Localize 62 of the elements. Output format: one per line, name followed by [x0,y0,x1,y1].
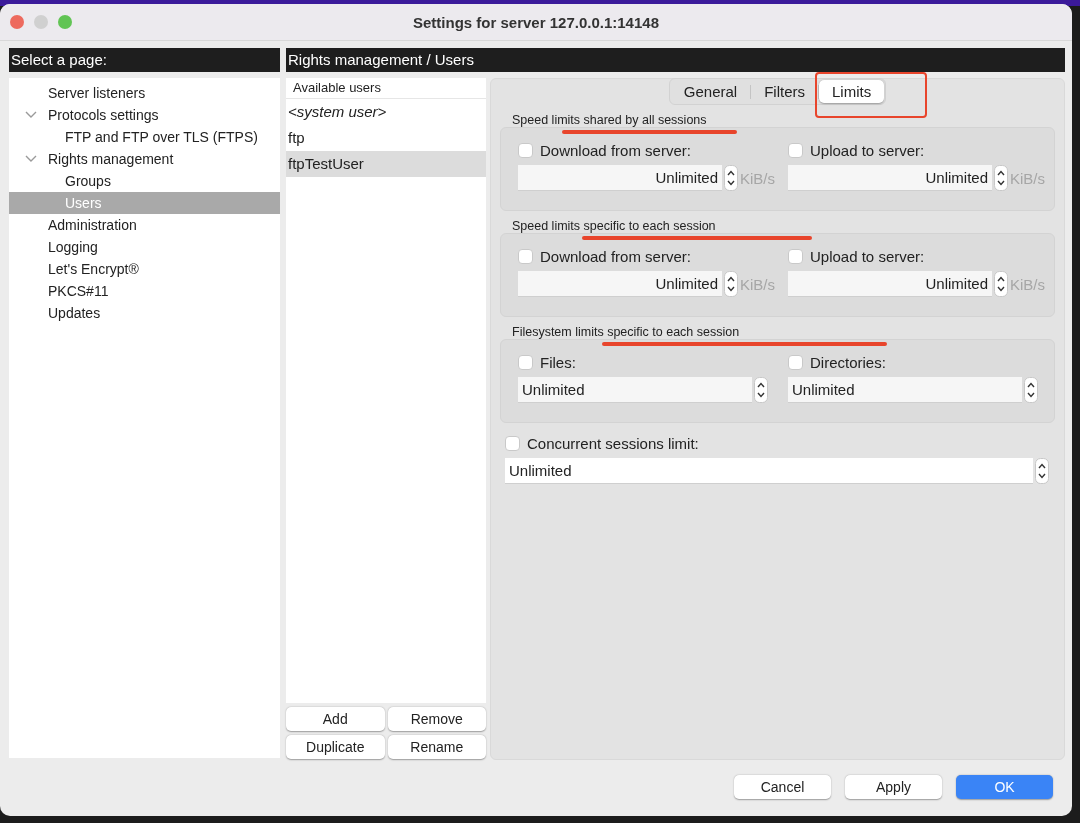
limit-input[interactable]: Unlimited [518,377,752,403]
checkbox-label: Concurrent sessions limit: [527,435,699,452]
user-item[interactable]: ftpTestUser [286,151,486,177]
stepper-icon[interactable] [754,377,768,403]
user-action-button[interactable]: Add [286,707,385,731]
sidebar-heading: Select a page: [9,48,280,72]
tree-item[interactable]: Protocols settings [9,104,280,126]
stepper-icon[interactable] [724,271,738,297]
user-action-button[interactable]: Remove [387,707,486,731]
checkbox[interactable] [788,143,803,158]
window-title: Settings for server 127.0.0.1:14148 [413,13,659,31]
tree-item[interactable]: Let's Encrypt® [9,258,280,280]
chevron-icon[interactable] [25,111,37,119]
checkbox-label: Directories: [810,354,886,371]
stepper-icon[interactable] [724,165,738,191]
section-title: Speed limits shared by all sessions [512,113,707,127]
tab[interactable]: Filters [751,80,818,103]
chevron-icon[interactable] [25,155,37,163]
checkbox[interactable] [518,355,533,370]
close-button[interactable] [10,15,24,29]
tree-item[interactable]: Rights management [9,148,280,170]
tab[interactable]: Limits [819,80,885,103]
stepper-icon[interactable] [1035,458,1049,484]
column-header: Available users [286,78,486,99]
user-item[interactable]: <system user> [286,99,486,125]
limit-input[interactable]: Unlimited [788,165,992,191]
user-action-button[interactable]: Duplicate [286,735,385,759]
zoom-button[interactable] [58,15,72,29]
limit-input[interactable]: Unlimited [788,271,992,297]
tree-item[interactable]: Administration [9,214,280,236]
stepper-icon[interactable] [994,165,1008,191]
section-title: Filesystem limits specific to each session [512,325,740,339]
checkbox-label: Upload to server: [810,248,925,265]
tree-item[interactable]: Updates [9,302,280,324]
checkbox-label: Download from server: [540,248,691,265]
section-title: Speed limits specific to each session [512,219,716,233]
checkbox-label: Upload to server: [810,142,925,159]
checkbox[interactable] [788,355,803,370]
user-item[interactable]: ftp [286,125,486,151]
dialog-button[interactable]: Cancel [734,775,831,799]
tree-item[interactable]: PKCS#11 [9,280,280,302]
checkbox-label: Files: [540,354,576,371]
user-action-button[interactable]: Rename [387,735,486,759]
checkbox[interactable] [518,249,533,264]
tree-item[interactable]: FTP and FTP over TLS (FTPS) [9,126,280,148]
tab[interactable]: General [670,80,751,103]
dialog-button[interactable]: Apply [845,775,942,799]
limit-input[interactable]: Unlimited [518,271,722,297]
checkbox-label: Download from server: [540,142,691,159]
limit-input[interactable]: Unlimited [505,458,1033,484]
stepper-icon[interactable] [994,271,1008,297]
checkbox[interactable] [505,436,520,451]
page-heading: Rights management / Users [286,48,1065,72]
checkbox[interactable] [518,143,533,158]
tree-item[interactable]: Groups [9,170,280,192]
stepper-icon[interactable] [1024,377,1038,403]
limit-input[interactable]: Unlimited [788,377,1022,403]
limit-input[interactable]: Unlimited [518,165,722,191]
tree-item[interactable]: Logging [9,236,280,258]
checkbox[interactable] [788,249,803,264]
dialog-button[interactable]: OK [956,775,1053,799]
tree-item[interactable]: Server listeners [9,82,280,104]
